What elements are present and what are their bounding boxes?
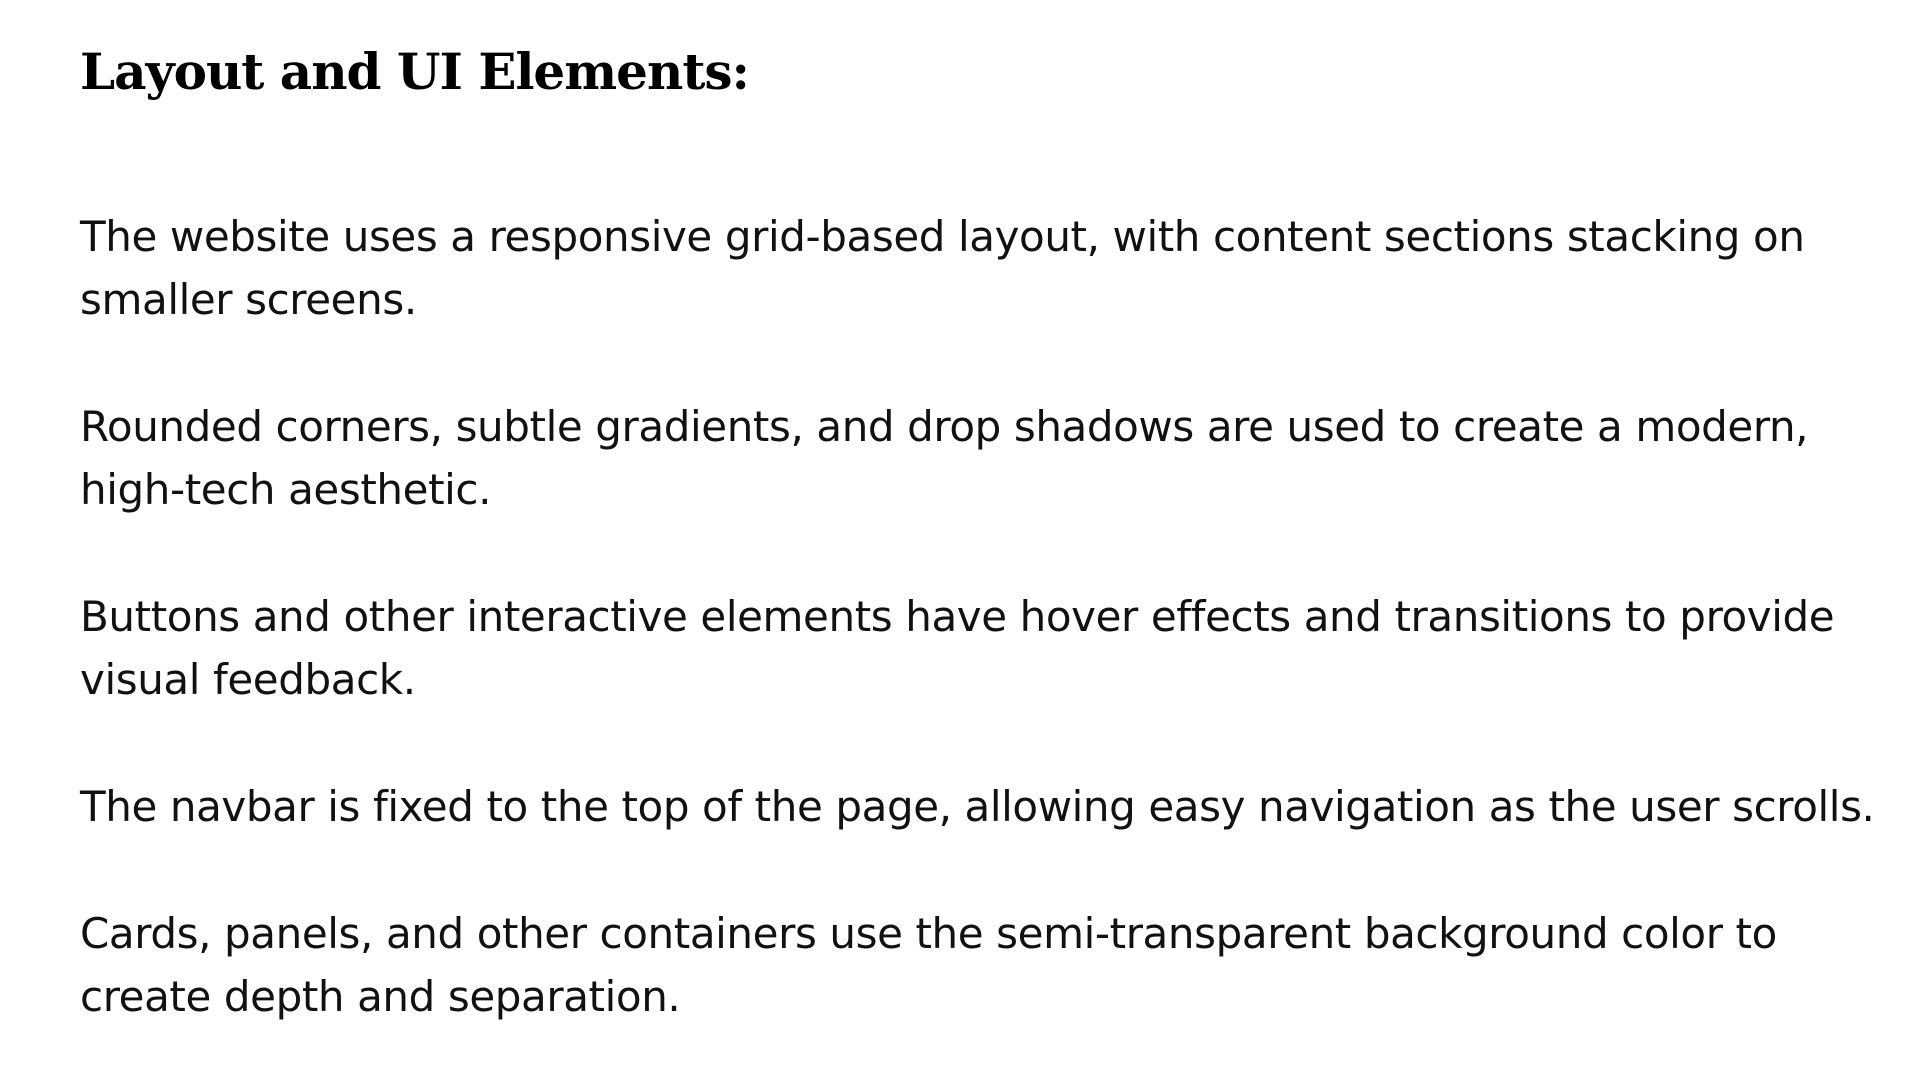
- paragraph-containers: Cards, panels, and other containers use …: [80, 909, 1777, 1021]
- paragraph-responsive-layout: The website uses a responsive grid-based…: [80, 212, 1805, 324]
- paragraph-fixed-navbar: The navbar is fixed to the top of the pa…: [80, 782, 1875, 831]
- paragraph-interactive-effects: Buttons and other interactive elements h…: [80, 592, 1835, 704]
- paragraph-visual-style: Rounded corners, subtle gradients, and d…: [80, 402, 1809, 514]
- section-heading: Layout and UI Elements:: [80, 42, 750, 101]
- document-page: Layout and UI Elements: The website uses…: [80, 32, 1900, 1092]
